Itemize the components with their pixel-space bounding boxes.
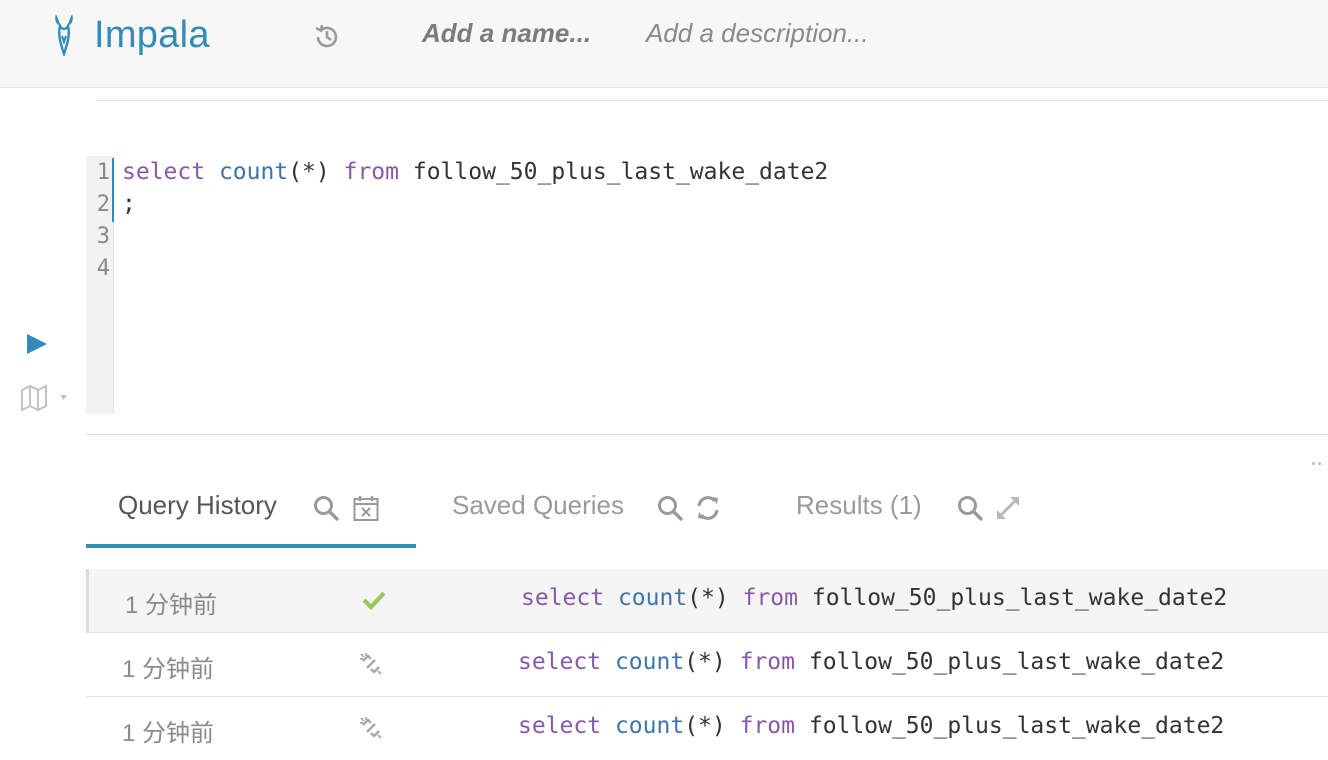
query-description-field[interactable]: Add a description...	[646, 18, 869, 49]
line-number-gutter: 1 2 3 4	[86, 156, 114, 414]
sql-table-name: follow_50_plus_last_wake_date2	[811, 585, 1228, 611]
search-icon[interactable]	[312, 494, 340, 522]
sql-keyword: select	[521, 585, 605, 611]
sql-keyword: select	[518, 649, 602, 675]
sql-table-name: follow_50_plus_last_wake_date2	[808, 713, 1225, 739]
tab-results[interactable]: Results (1)	[796, 490, 922, 530]
run-query-play-icon[interactable]	[24, 330, 50, 358]
cursor-line-marker	[112, 158, 114, 222]
header-divider	[96, 100, 1328, 101]
impala-logo-icon	[55, 14, 73, 56]
sql-keyword: from	[742, 585, 798, 611]
history-row[interactable]: 1 分钟前 select count(*) from follow_50_plu…	[86, 633, 1328, 697]
history-time: 1 分钟前	[125, 592, 218, 619]
sql-keyword: select	[122, 159, 206, 185]
editor-divider	[86, 434, 1328, 435]
sql-function: count	[614, 649, 685, 675]
sql-args: (*)	[684, 713, 726, 739]
history-row[interactable]: 1 分钟前 select count(*) from follow_50_plu…	[86, 569, 1328, 633]
history-row[interactable]: 1 分钟前 select count(*) from follow_50_plu…	[86, 697, 1328, 760]
sql-table-name: follow_50_plus_last_wake_date2	[412, 159, 829, 185]
history-query: select count(*) from follow_50_plus_last…	[521, 585, 1227, 611]
code-line-1[interactable]: select count(*) from follow_50_plus_last…	[122, 159, 828, 185]
history-query: select count(*) from follow_50_plus_last…	[518, 713, 1224, 739]
active-tab-indicator	[86, 544, 416, 548]
search-icon[interactable]	[656, 494, 684, 522]
map-dropdown-icon[interactable]	[18, 382, 78, 412]
query-name-field[interactable]: Add a name...	[422, 18, 591, 49]
history-icon[interactable]	[312, 22, 342, 52]
sql-args: (*)	[684, 649, 726, 675]
sql-args: (*)	[687, 585, 729, 611]
sql-keyword: from	[739, 713, 795, 739]
app-title: Impala	[94, 14, 210, 56]
expand-icon[interactable]	[994, 494, 1022, 522]
check-icon	[362, 591, 386, 611]
tab-saved-queries[interactable]: Saved Queries	[452, 490, 624, 530]
sql-table-name: follow_50_plus_last_wake_date2	[808, 649, 1225, 675]
top-header: Impala Add a name... Add a description..…	[0, 0, 1328, 88]
line-number: 4	[96, 256, 110, 281]
line-number: 2	[96, 192, 110, 217]
history-query: select count(*) from follow_50_plus_last…	[518, 649, 1224, 675]
resize-handle[interactable]	[1312, 452, 1328, 465]
history-time: 1 分钟前	[122, 656, 215, 683]
search-icon[interactable]	[956, 494, 984, 522]
sql-keyword: from	[343, 159, 399, 185]
tab-query-history[interactable]: Query History	[118, 490, 277, 530]
broken-link-icon	[360, 653, 382, 675]
clear-history-calendar-icon[interactable]	[352, 494, 380, 522]
line-number: 1	[96, 160, 110, 185]
sql-editor[interactable]: 1 2 3 4 select count(*) from follow_50_p…	[86, 156, 1328, 414]
code-line-2[interactable]: ;	[122, 191, 136, 217]
line-number: 3	[96, 224, 110, 249]
sql-keyword: from	[739, 649, 795, 675]
sql-function: count	[218, 159, 289, 185]
sql-function: count	[617, 585, 688, 611]
history-time: 1 分钟前	[122, 720, 215, 747]
sql-args: (*)	[288, 159, 330, 185]
broken-link-icon	[360, 717, 382, 739]
sql-function: count	[614, 713, 685, 739]
refresh-icon[interactable]	[694, 494, 722, 522]
sql-keyword: select	[518, 713, 602, 739]
